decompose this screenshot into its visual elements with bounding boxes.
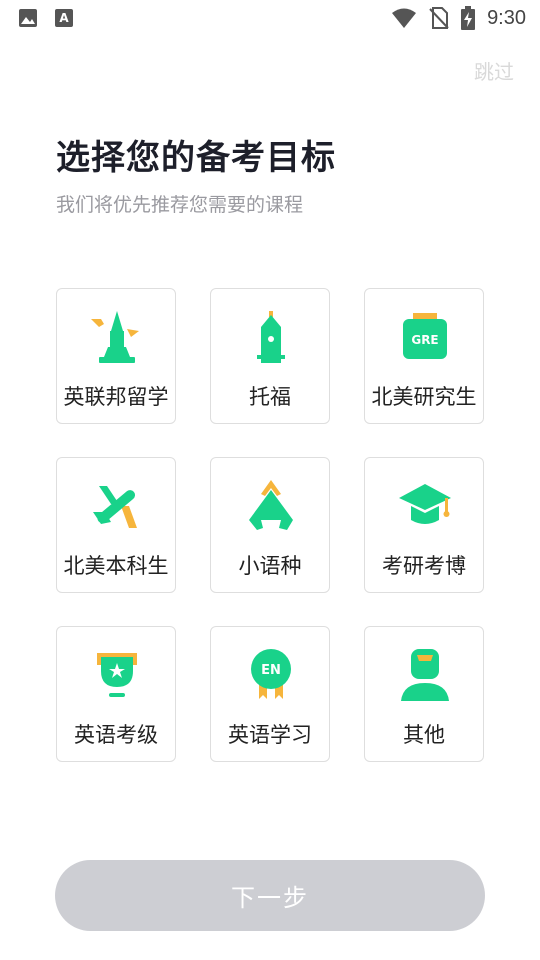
goal-label: 托福 [249,385,291,409]
skip-button[interactable]: 跳过 [474,56,514,85]
goal-card-minor-language[interactable]: 小语种 [210,457,330,593]
status-bar: A 9:30 [0,0,540,36]
graduation-cap-icon [399,484,451,524]
person-icon [401,649,449,701]
battery-charging-icon [461,6,476,30]
goal-label: 其他 [403,723,445,747]
airplane-icon [93,486,137,528]
mountain-icon [249,480,293,530]
goal-card-toefl[interactable]: 托福 [210,288,330,424]
goal-card-na-graduate[interactable]: GRE 北美研究生 [364,288,484,424]
goal-label: 考研考博 [382,554,466,578]
goal-grid: 英联邦留学 托福 GRE 北美研究生 北美本科生 小语种 考研考博 英语考级 E… [56,288,484,764]
svg-text:A: A [59,11,69,25]
goal-card-other[interactable]: 其他 [364,626,484,762]
goal-label: 英语学习 [228,723,312,747]
no-sim-icon [429,7,449,29]
big-ben-icon [91,311,139,363]
page-subtitle: 我们将优先推荐您需要的课程 [56,194,304,216]
en-medal-icon: EN [251,649,291,699]
goal-label: 北美本科生 [63,554,169,578]
goal-card-english-learning[interactable]: EN 英语学习 [210,626,330,762]
gre-book-icon: GRE [403,313,447,359]
goal-label: 英联邦留学 [63,385,169,409]
tower-icon [257,311,285,363]
goal-card-commonwealth[interactable]: 英联邦留学 [56,288,176,424]
goal-label: 北美研究生 [371,385,477,409]
svg-text:EN: EN [261,663,281,678]
image-icon [19,9,37,27]
goal-card-na-undergrad[interactable]: 北美本科生 [56,457,176,593]
goal-label: 小语种 [238,554,302,578]
font-icon: A [55,9,73,27]
next-step-button[interactable]: 下一步 [55,860,485,931]
page-title: 选择您的备考目标 [56,138,336,178]
goal-label: 英语考级 [74,723,158,747]
goal-card-english-grade[interactable]: 英语考级 [56,626,176,762]
wifi-icon [392,8,417,28]
svg-text:GRE: GRE [411,333,438,347]
goal-card-postgrad-exam[interactable]: 考研考博 [364,457,484,593]
trophy-icon [97,653,137,697]
status-time: 9:30 [487,6,526,29]
